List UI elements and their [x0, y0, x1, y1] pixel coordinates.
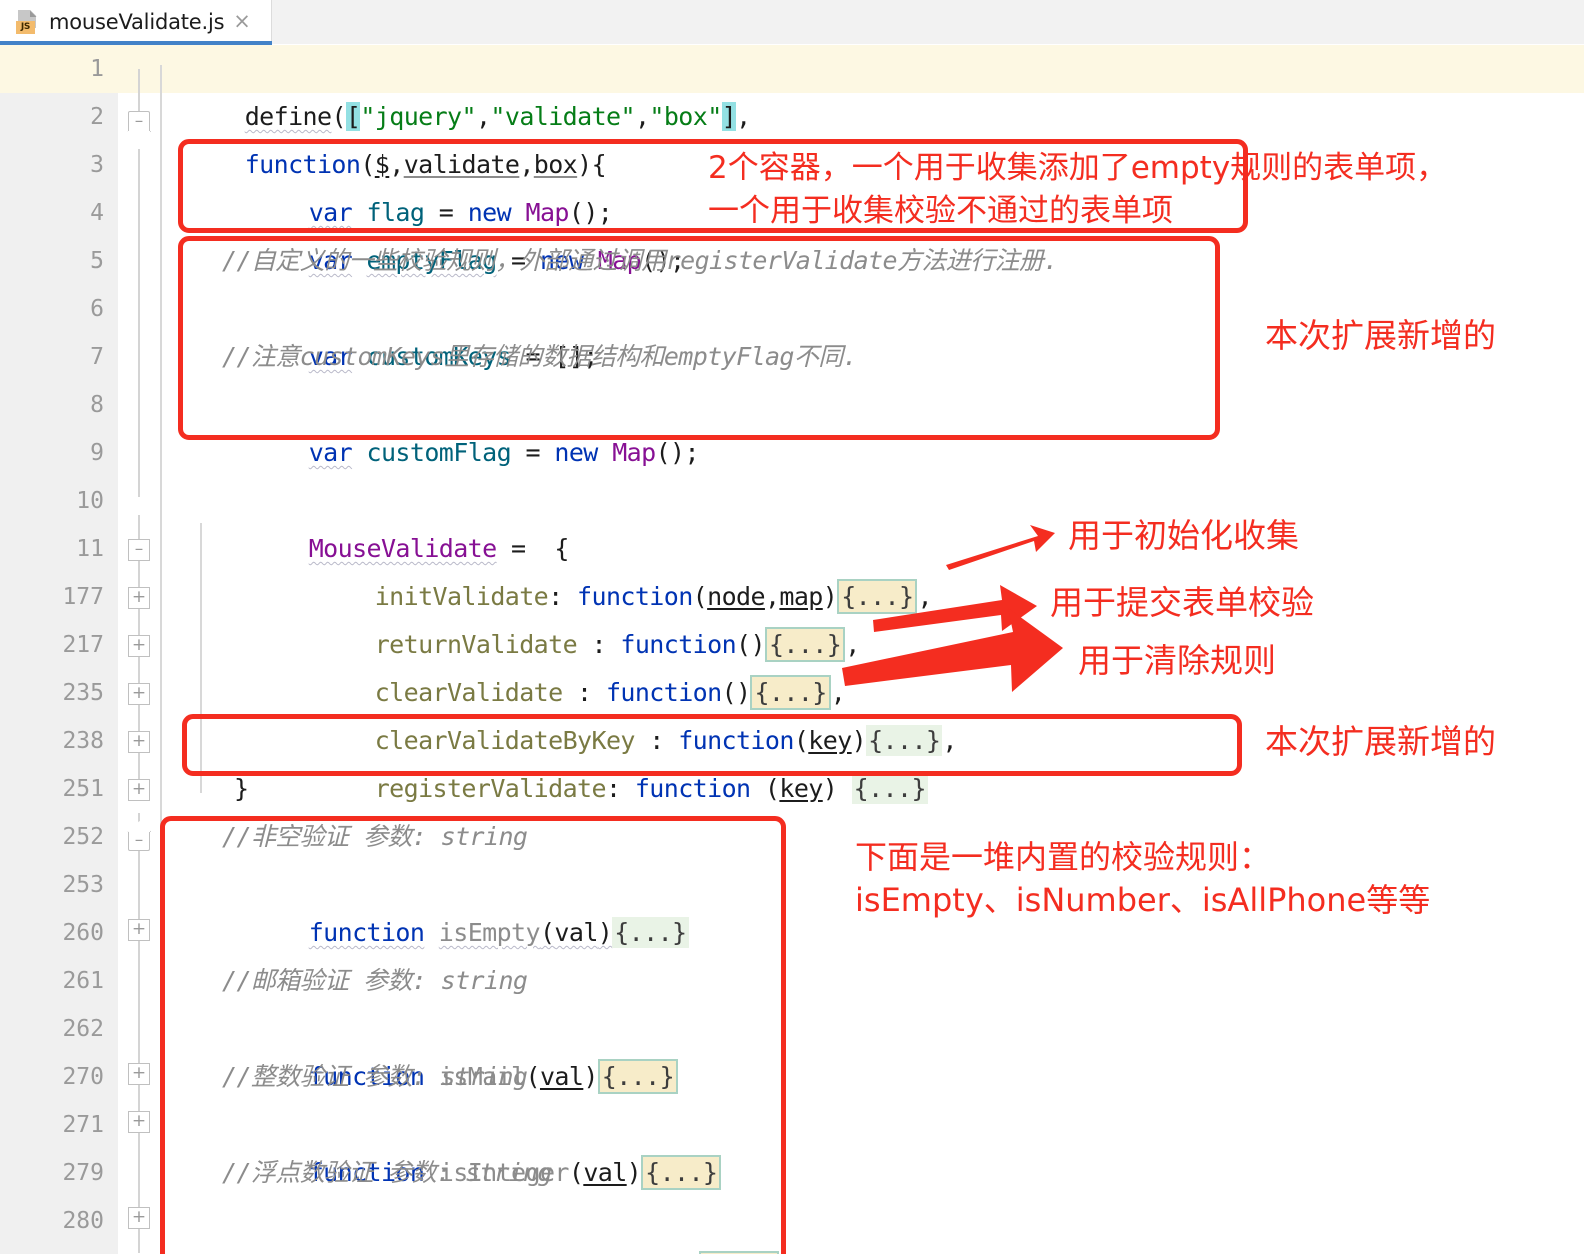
annotation-clear-rules: 用于清除规则	[1078, 641, 1276, 680]
annotation-builtin-rules-line1: 下面是一堆内置的校验规则：	[855, 838, 1272, 876]
annotation-containers-line2: 一个用于收集校验不通过的表单项	[708, 193, 1173, 229]
arrow-init-collect	[946, 525, 1055, 570]
annotation-new-extension-bottom: 本次扩展新增的	[1265, 722, 1496, 761]
annotation-submit-validate: 用于提交表单校验	[1050, 583, 1314, 622]
annotation-init-collect: 用于初始化收集	[1068, 516, 1299, 555]
annotation-new-extension-top: 本次扩展新增的	[1265, 316, 1496, 355]
ide-window: JS mouseValidate.js × – – + + + + + – + …	[0, 0, 1584, 1254]
annotation-builtin-rules-line2: isEmpty、isNumber、isAllPhone等等	[855, 881, 1431, 919]
annotation-containers-line1: 2个容器，一个用于收集添加了empty规则的表单项，	[708, 150, 1448, 186]
annotation-arrows	[842, 525, 1063, 692]
